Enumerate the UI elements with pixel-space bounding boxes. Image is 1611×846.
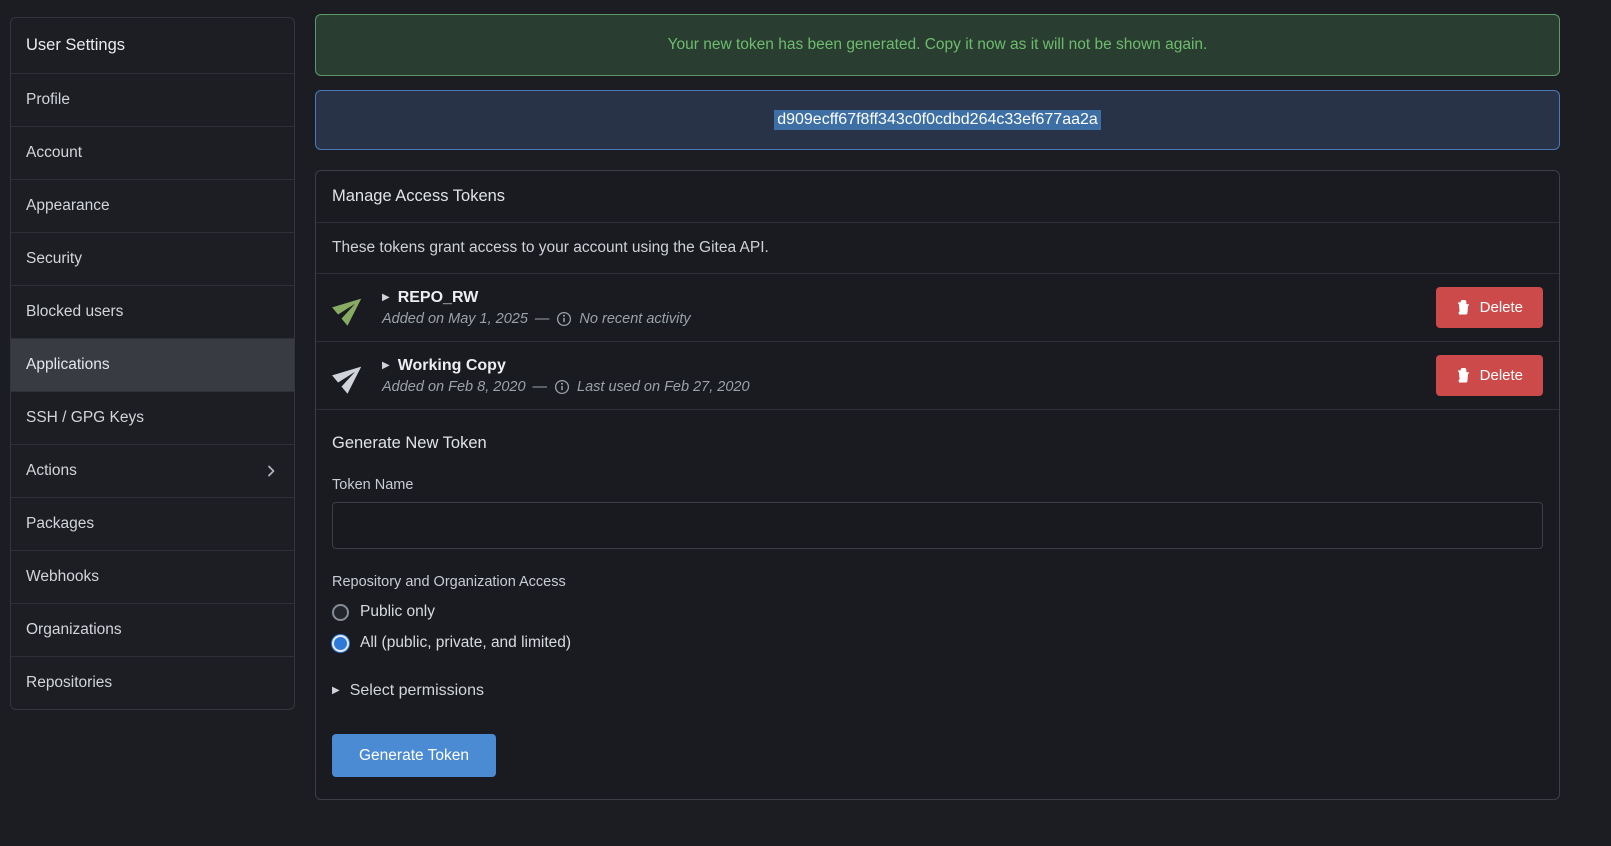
radio-all-access[interactable]: All (public, private, and limited) (332, 634, 571, 652)
token-name: REPO_RW (398, 289, 479, 307)
generate-token-form: Generate New Token Token Name Repository… (316, 409, 1559, 799)
meta-separator: — (535, 311, 550, 327)
token-value[interactable]: d909ecff67f8ff343c0f0cdbd264c33ef677aa2a (774, 110, 1101, 130)
token-added-date: Added on Feb 8, 2020 (382, 379, 526, 395)
delete-button-label: Delete (1480, 367, 1523, 384)
sidebar-item-actions[interactable]: Actions (11, 445, 294, 498)
sidebar-item-label: Account (26, 144, 82, 162)
info-icon (554, 379, 570, 395)
sidebar-item-applications[interactable]: Applications (11, 339, 294, 392)
sidebar-item-label: Organizations (26, 621, 122, 639)
panel-title: Manage Access Tokens (332, 187, 1543, 206)
sidebar-item-packages[interactable]: Packages (11, 498, 294, 551)
sidebar-item-label: SSH / GPG Keys (26, 409, 144, 427)
select-permissions-toggle[interactable]: ▶ Select permissions (332, 682, 484, 700)
success-banner: Your new token has been generated. Copy … (315, 14, 1560, 76)
settings-page: User Settings Profile Account Appearance… (0, 0, 1611, 820)
sidebar-item-profile[interactable]: Profile (11, 74, 294, 127)
sidebar-item-account[interactable]: Account (11, 127, 294, 180)
sidebar-item-label: Blocked users (26, 303, 123, 321)
panel-header: Manage Access Tokens (316, 171, 1559, 222)
sidebar-item-label: Profile (26, 91, 70, 109)
delete-token-button[interactable]: Delete (1436, 287, 1543, 328)
sidebar-item-organizations[interactable]: Organizations (11, 604, 294, 657)
token-row: ▶ REPO_RW Added on May 1, 2025 — No rece… (316, 273, 1559, 341)
radio-public-only[interactable]: Public only (332, 603, 435, 621)
radio-button-icon (332, 604, 349, 621)
delete-button-label: Delete (1480, 299, 1523, 316)
send-paper-plane-icon (332, 290, 368, 326)
sidebar-item-label: Packages (26, 515, 94, 533)
sidebar-item-repositories[interactable]: Repositories (11, 657, 294, 709)
sidebar-item-label: Actions (26, 462, 77, 480)
sidebar-item-label: Appearance (26, 197, 110, 215)
success-message: Your new token has been generated. Copy … (668, 36, 1208, 54)
trash-icon (1456, 368, 1471, 383)
token-name: Working Copy (398, 357, 506, 375)
token-activity: No recent activity (579, 311, 690, 327)
token-row: ▶ Working Copy Added on Feb 8, 2020 — La… (316, 341, 1559, 409)
generate-token-button[interactable]: Generate Token (332, 734, 496, 777)
meta-separator: — (533, 379, 548, 395)
sidebar-item-blocked-users[interactable]: Blocked users (11, 286, 294, 339)
token-name-line[interactable]: ▶ Working Copy (382, 357, 1422, 375)
select-permissions-label: Select permissions (350, 682, 484, 700)
main-content: Your new token has been generated. Copy … (315, 14, 1560, 800)
sidebar-item-label: Repositories (26, 674, 112, 692)
token-activity: Last used on Feb 27, 2020 (577, 379, 750, 395)
token-meta: Added on Feb 8, 2020 — Last used on Feb … (382, 379, 1422, 395)
settings-sidebar: User Settings Profile Account Appearance… (10, 17, 295, 710)
expand-caret-icon: ▶ (382, 361, 390, 371)
token-info: ▶ Working Copy Added on Feb 8, 2020 — La… (382, 357, 1422, 395)
expand-caret-icon: ▶ (332, 686, 340, 696)
token-meta: Added on May 1, 2025 — No recent activit… (382, 311, 1422, 327)
radio-button-icon (332, 635, 349, 652)
radio-label: All (public, private, and limited) (360, 634, 571, 652)
sidebar-item-label: Applications (26, 356, 110, 374)
new-token-box[interactable]: d909ecff67f8ff343c0f0cdbd264c33ef677aa2a (315, 90, 1560, 150)
sidebar-item-security[interactable]: Security (11, 233, 294, 286)
token-name-input[interactable] (332, 502, 1543, 549)
sidebar-item-webhooks[interactable]: Webhooks (11, 551, 294, 604)
sidebar-item-appearance[interactable]: Appearance (11, 180, 294, 233)
sidebar-title: User Settings (11, 18, 294, 74)
sidebar-item-label: Security (26, 250, 82, 268)
token-name-label: Token Name (332, 477, 1543, 493)
expand-caret-icon: ▶ (382, 293, 390, 303)
access-tokens-panel: Manage Access Tokens These tokens grant … (315, 170, 1560, 800)
sidebar-item-ssh-gpg-keys[interactable]: SSH / GPG Keys (11, 392, 294, 445)
trash-icon (1456, 300, 1471, 315)
token-added-date: Added on May 1, 2025 (382, 311, 528, 327)
radio-label: Public only (360, 603, 435, 621)
chevron-right-icon (263, 463, 279, 479)
token-name-line[interactable]: ▶ REPO_RW (382, 289, 1422, 307)
info-icon (556, 311, 572, 327)
sidebar-item-label: Webhooks (26, 568, 99, 586)
send-paper-plane-icon (332, 358, 368, 394)
delete-token-button[interactable]: Delete (1436, 355, 1543, 396)
panel-description: These tokens grant access to your accoun… (316, 222, 1559, 273)
token-info: ▶ REPO_RW Added on May 1, 2025 — No rece… (382, 289, 1422, 327)
form-title: Generate New Token (332, 434, 1543, 453)
access-scope-label: Repository and Organization Access (332, 574, 1543, 590)
